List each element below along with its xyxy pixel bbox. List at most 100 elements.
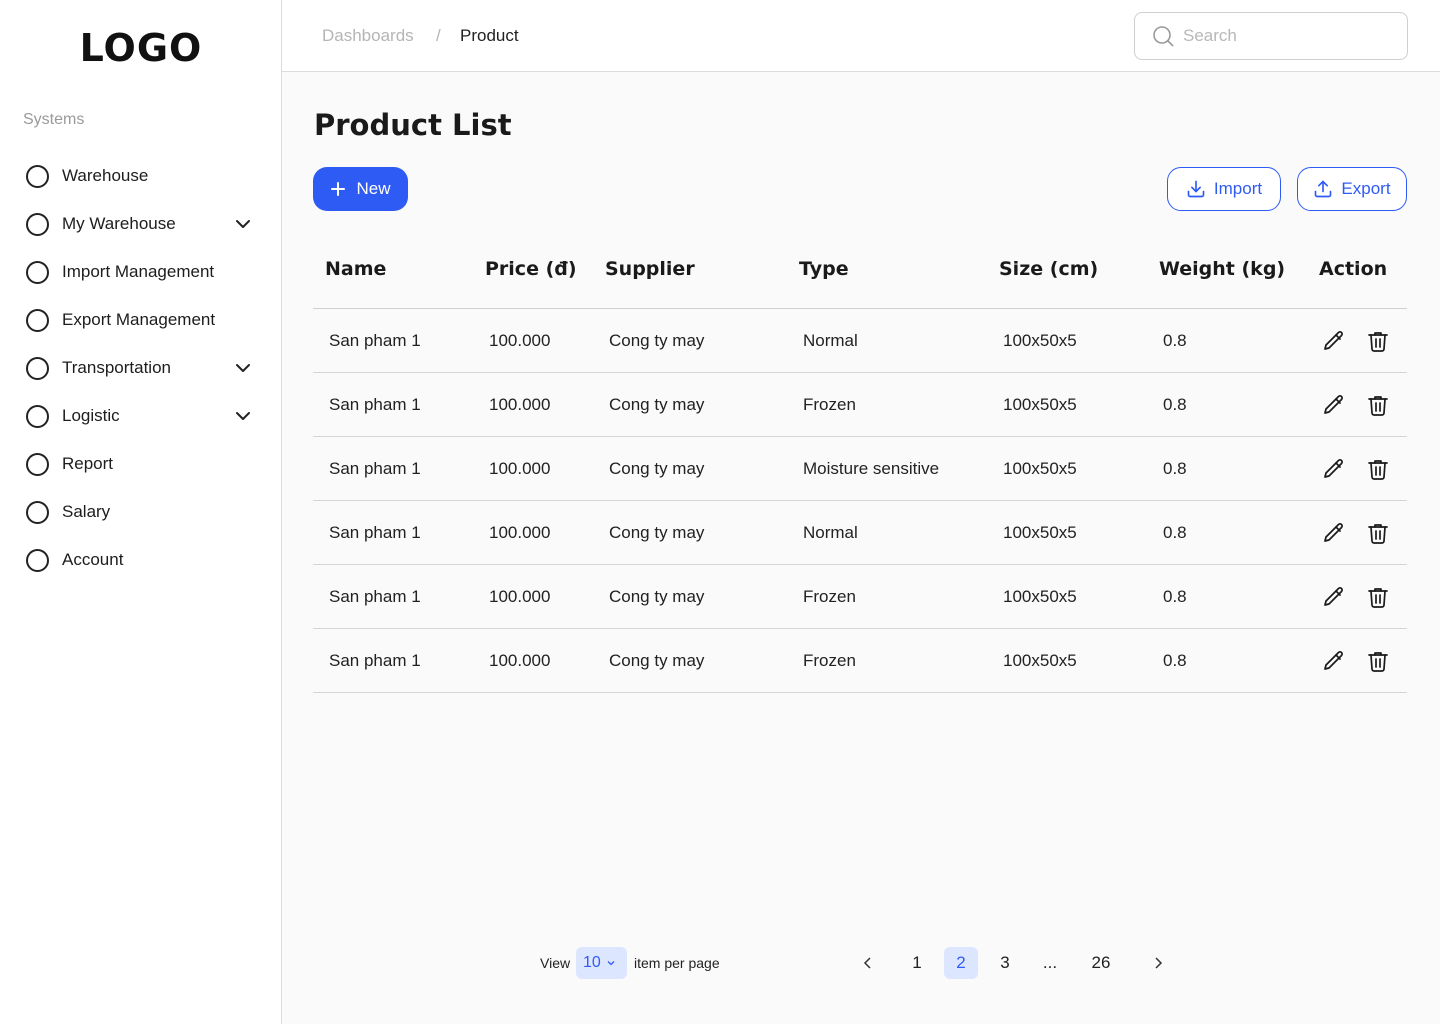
circle-icon [26, 548, 49, 572]
column-header-size-cm: Size (cm) [999, 258, 1099, 280]
sidebar-item-warehouse[interactable]: Warehouse [0, 152, 282, 200]
sidebar-item-label: Salary [62, 502, 111, 521]
chevron-down-icon[interactable] [233, 358, 253, 378]
table-row: San pham 1 100.000 Cong ty may Moisture sen… [313, 437, 1407, 501]
edit-icon[interactable] [1322, 585, 1346, 609]
import-button[interactable]: Import [1167, 167, 1281, 211]
sidebar-item-account[interactable]: Account [0, 536, 282, 584]
column-header-name: Name [325, 258, 387, 280]
circle-icon [26, 308, 49, 332]
trash-icon[interactable] [1366, 521, 1390, 545]
chevron-left-icon [863, 957, 871, 969]
cell-name: San pham 1 [329, 331, 421, 350]
cell-price: 100.000 [489, 459, 551, 478]
cell-price: 100.000 [489, 395, 551, 414]
cell-weight: 0.8 [1163, 459, 1187, 478]
chevron-right-icon [1155, 957, 1163, 969]
cell-supplier: Cong ty may [609, 587, 705, 606]
search-icon [1153, 26, 1174, 47]
edit-icon[interactable] [1322, 521, 1346, 545]
cell-size: 100x50x5 [1003, 587, 1077, 606]
sidebar-item-label: Account [62, 550, 124, 569]
circle-icon [26, 164, 49, 188]
trash-icon[interactable] [1366, 585, 1390, 609]
breadcrumb-dashboards[interactable]: Dashboards [322, 26, 414, 46]
sidebar-item-transportation[interactable]: Transportation [0, 344, 282, 392]
trash-icon[interactable] [1366, 457, 1390, 481]
new-button[interactable]: New [313, 167, 408, 211]
sidebar-item-import-management[interactable]: Import Management [0, 248, 282, 296]
trash-icon[interactable] [1366, 329, 1390, 353]
sidebar-item-label: Transportation [62, 358, 171, 377]
breadcrumb-product: Product [460, 26, 519, 45]
cell-size: 100x50x5 [1003, 331, 1077, 350]
cell-size: 100x50x5 [1003, 395, 1077, 414]
cell-supplier: Cong ty may [609, 331, 705, 350]
top-bar: Dashboards / Product [282, 0, 1440, 72]
table-row: San pham 1 100.000 Cong ty may Frozen 100x50… [313, 373, 1407, 437]
view-label: View [540, 955, 571, 971]
sidebar-item-label: My Warehouse [62, 214, 176, 233]
sidebar-item-export-management[interactable]: Export Management [0, 296, 282, 344]
table-row: San pham 1 100.000 Cong ty may Frozen 100x50… [313, 565, 1407, 629]
sidebar-item-report[interactable]: Report [0, 440, 282, 488]
cell-name: San pham 1 [329, 395, 421, 414]
circle-icon [26, 260, 49, 284]
cell-name: San pham 1 [329, 459, 421, 478]
per-page-label: item per page [634, 955, 720, 971]
prev-page-button[interactable] [851, 947, 885, 979]
column-header-action: Action [1319, 258, 1388, 280]
edit-icon[interactable] [1322, 457, 1346, 481]
table-row: San pham 1 100.000 Cong ty may Normal 100x50… [313, 309, 1407, 373]
sidebar-item-my-warehouse[interactable]: My Warehouse [0, 200, 282, 248]
per-page-select[interactable]: 10 [576, 947, 627, 979]
sidebar-section-label: Systems [23, 111, 85, 128]
export-button[interactable]: Export [1297, 167, 1407, 211]
table-body: San pham 1 100.000 Cong ty may Normal 100x50… [313, 309, 1407, 693]
sidebar-nav: Warehouse My Warehouse Import Management Ex… [0, 152, 282, 584]
cell-type: Frozen [803, 651, 856, 670]
column-header-type: Type [799, 258, 849, 280]
trash-icon[interactable] [1366, 393, 1390, 417]
cell-weight: 0.8 [1163, 651, 1187, 670]
cell-weight: 0.8 [1163, 395, 1187, 414]
trash-icon[interactable] [1366, 649, 1390, 673]
page-title: Product List [314, 108, 512, 142]
edit-icon[interactable] [1322, 649, 1346, 673]
cell-weight: 0.8 [1163, 587, 1187, 606]
export-button-label: Export [1341, 179, 1391, 198]
sidebar-item-logistic[interactable]: Logistic [0, 392, 282, 440]
edit-icon[interactable] [1322, 329, 1346, 353]
sidebar-item-salary[interactable]: Salary [0, 488, 282, 536]
logo[interactable]: LOGO [0, 26, 282, 70]
cell-name: San pham 1 [329, 651, 421, 670]
sidebar-item-label: Logistic [62, 406, 120, 425]
edit-icon[interactable] [1322, 393, 1346, 417]
cell-price: 100.000 [489, 523, 551, 542]
chevron-down-icon[interactable] [233, 406, 253, 426]
page-button-26[interactable]: 26 [1084, 947, 1118, 979]
plus-icon [331, 182, 346, 196]
upload-icon [1315, 180, 1332, 198]
next-page-button[interactable] [1141, 947, 1175, 979]
breadcrumb-separator: / [436, 26, 441, 45]
page-button-2[interactable]: 2 [944, 947, 978, 979]
cell-type: Normal [803, 523, 858, 542]
cell-supplier: Cong ty may [609, 459, 705, 478]
new-button-label: New [356, 179, 391, 198]
sidebar: LOGO Systems Warehouse My Warehouse Import… [0, 0, 282, 1024]
circle-icon [26, 500, 49, 524]
chevron-down-icon[interactable] [233, 214, 253, 234]
table-header: Name Price (đ) Supplier Type Size (cm) Weight… [313, 232, 1407, 309]
import-button-label: Import [1213, 179, 1263, 198]
pagination-ellipsis: ... [1042, 953, 1058, 972]
page-button-1[interactable]: 1 [900, 947, 934, 979]
cell-supplier: Cong ty may [609, 523, 705, 542]
column-header-supplier: Supplier [605, 258, 695, 280]
sidebar-item-label: Warehouse [62, 166, 149, 185]
product-table: Name Price (đ) Supplier Type Size (cm) Weight… [313, 232, 1407, 693]
search-box[interactable] [1134, 12, 1408, 60]
search-input[interactable] [1183, 26, 1383, 46]
cell-size: 100x50x5 [1003, 523, 1077, 542]
page-button-3[interactable]: 3 [988, 947, 1022, 979]
